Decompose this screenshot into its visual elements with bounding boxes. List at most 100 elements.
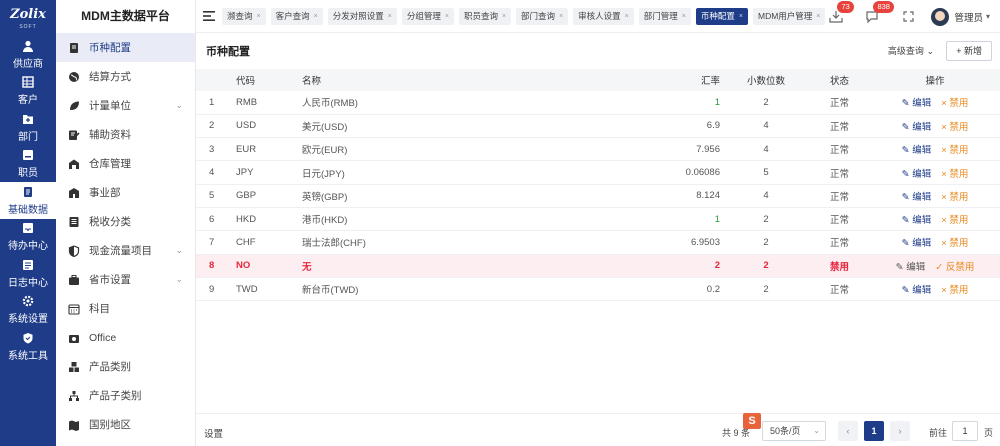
disable-button[interactable]: × 禁用 xyxy=(941,192,968,203)
submenu-item-0[interactable]: 币种配置 xyxy=(56,33,195,62)
close-icon[interactable]: × xyxy=(625,8,629,25)
tab-0[interactable]: 濒查询 × xyxy=(222,7,266,25)
nav-item-label: 部门 xyxy=(18,131,38,143)
tab-8[interactable]: 币种配置 × xyxy=(695,7,748,25)
submenu-item-1[interactable]: 结算方式 xyxy=(56,62,195,91)
tab-label: 分组管理 xyxy=(406,10,441,21)
disable-button[interactable]: × 禁用 xyxy=(941,215,968,226)
col-name: 名称 xyxy=(302,76,322,87)
close-icon[interactable]: × xyxy=(388,8,392,25)
edit-button[interactable]: ✎ 编辑 xyxy=(902,169,932,180)
nav-item-1[interactable]: 客户 xyxy=(0,73,56,110)
user-name[interactable]: 管理员 xyxy=(954,10,983,24)
tasks-button[interactable]: 73 xyxy=(821,1,854,23)
disable-button[interactable]: × 禁用 xyxy=(941,145,968,156)
settings-link[interactable]: 设置 xyxy=(204,426,223,440)
close-icon[interactable]: × xyxy=(559,8,563,25)
tab-5[interactable]: 部门查询 × xyxy=(516,7,569,25)
submenu-item-3[interactable]: 辅助资料 xyxy=(56,120,195,149)
nav-item-2[interactable]: 部门 xyxy=(0,109,56,146)
row-status: 正常 xyxy=(830,98,850,110)
edit-button[interactable]: ✎ 编辑 xyxy=(902,192,932,203)
submenu-item-label: 结算方式 xyxy=(89,71,131,83)
chevron-down-icon[interactable]: ▾ xyxy=(986,12,990,21)
page-size-select[interactable]: 50条/页 ⌄ xyxy=(762,421,826,441)
edit-button[interactable]: ✎ 编辑 xyxy=(902,122,932,133)
map-icon xyxy=(68,419,80,431)
tab-7[interactable]: 部门管理 × xyxy=(638,7,691,25)
nav-item-8[interactable]: 系统工具 xyxy=(0,328,56,365)
advanced-search-button[interactable]: 高级查询 ⌄ xyxy=(888,44,934,57)
tab-2[interactable]: 分发对照设置 × xyxy=(327,7,397,25)
close-icon[interactable]: × xyxy=(257,8,261,25)
row-decimals: 2 xyxy=(763,283,769,295)
add-button[interactable]: + 新增 xyxy=(946,41,992,61)
submenu-item-11[interactable]: 产品类别 xyxy=(56,352,195,381)
close-icon[interactable]: × xyxy=(502,8,506,25)
submenu-item-4[interactable]: 仓库管理 xyxy=(56,149,195,178)
edit-button[interactable]: ✎ 编辑 xyxy=(896,262,926,273)
nav-item-6[interactable]: 日志中心 xyxy=(0,255,56,292)
disable-button[interactable]: × 禁用 xyxy=(941,285,968,296)
edit-button[interactable]: ✎ 编辑 xyxy=(902,98,932,109)
pencil-icon: ✎ xyxy=(901,215,910,227)
close-icon[interactable]: × xyxy=(682,8,686,25)
tab-6[interactable]: 审核人设置 × xyxy=(573,7,634,25)
messages-button[interactable]: 838 xyxy=(857,1,894,23)
close-icon[interactable]: × xyxy=(314,8,318,25)
submenu-item-9[interactable]: 科目 xyxy=(56,294,195,323)
shield-icon xyxy=(21,331,35,345)
tab-1[interactable]: 客户查询 × xyxy=(270,7,323,25)
goto-page-input[interactable]: 1 xyxy=(952,421,978,441)
submenu-item-5[interactable]: 事业部 xyxy=(56,178,195,207)
enable-button[interactable]: ✓ 反禁用 xyxy=(935,262,974,273)
submenu-item-8[interactable]: 省市设置 ⌄ xyxy=(56,265,195,294)
prev-page-button[interactable]: ‹ xyxy=(838,421,858,441)
pencil-icon: ✎ xyxy=(901,121,910,133)
edit-button[interactable]: ✎ 编辑 xyxy=(902,215,932,226)
user-icon xyxy=(21,39,35,53)
close-icon[interactable]: × xyxy=(739,8,743,25)
calendar-icon xyxy=(68,303,80,315)
submenu-item-7[interactable]: 现金流量项目 ⌄ xyxy=(56,236,195,265)
pencil-icon: ✎ xyxy=(901,98,910,110)
avatar[interactable] xyxy=(931,7,950,26)
goto-suffix: 页 xyxy=(984,428,994,438)
table-row: 2 USD 美元(USD) 6.9 4 正常 ✎ 编辑 × 禁用 xyxy=(196,114,1000,138)
disable-button[interactable]: × 禁用 xyxy=(941,169,968,180)
close-icon[interactable]: × xyxy=(816,8,820,25)
submenu-item-12[interactable]: 产品子类别 xyxy=(56,381,195,410)
row-name: 美元(USD) xyxy=(302,121,348,133)
nav-item-0[interactable]: 供应商 xyxy=(0,36,56,73)
row-code: HKD xyxy=(236,213,257,225)
submenu-item-10[interactable]: Office xyxy=(56,323,195,352)
disable-button[interactable]: × 禁用 xyxy=(941,238,968,249)
edit-button[interactable]: ✎ 编辑 xyxy=(902,238,932,249)
nav-item-7[interactable]: 系统设置 xyxy=(0,292,56,329)
tab-9[interactable]: MDM用户管理 × xyxy=(752,7,826,25)
submenu-item-label: 省市设置 xyxy=(89,274,131,286)
close-icon[interactable]: × xyxy=(445,8,449,25)
nav-item-3[interactable]: 职员 xyxy=(0,146,56,183)
nav-item-label: 供应商 xyxy=(13,58,43,70)
page-number[interactable]: 1 xyxy=(864,421,884,441)
disable-button[interactable]: × 禁用 xyxy=(941,98,968,109)
row-decimals: 2 xyxy=(763,236,769,248)
tab-3[interactable]: 分组管理 × xyxy=(401,7,454,25)
tab-4[interactable]: 职员查询 × xyxy=(458,7,512,25)
submenu-item-label: 辅助资料 xyxy=(89,129,131,141)
row-name: 港币(HKD) xyxy=(302,215,348,227)
nav-item-5[interactable]: 待办中心 xyxy=(0,219,56,256)
edit-button[interactable]: ✎ 编辑 xyxy=(902,145,932,156)
fullscreen-icon[interactable] xyxy=(893,11,923,22)
input-method-icon[interactable]: S xyxy=(743,413,761,429)
disable-button[interactable]: × 禁用 xyxy=(941,122,968,133)
submenu-item-13[interactable]: 国别地区 xyxy=(56,410,195,439)
nav-item-4[interactable]: 基础数据 xyxy=(0,182,56,219)
submenu-item-2[interactable]: 计量单位 ⌄ xyxy=(56,91,195,120)
close-icon: × xyxy=(941,285,947,297)
edit-button[interactable]: ✎ 编辑 xyxy=(902,285,932,296)
submenu-item-6[interactable]: 税收分类 xyxy=(56,207,195,236)
menu-toggle-icon[interactable] xyxy=(196,11,222,21)
next-page-button[interactable]: › xyxy=(890,421,910,441)
